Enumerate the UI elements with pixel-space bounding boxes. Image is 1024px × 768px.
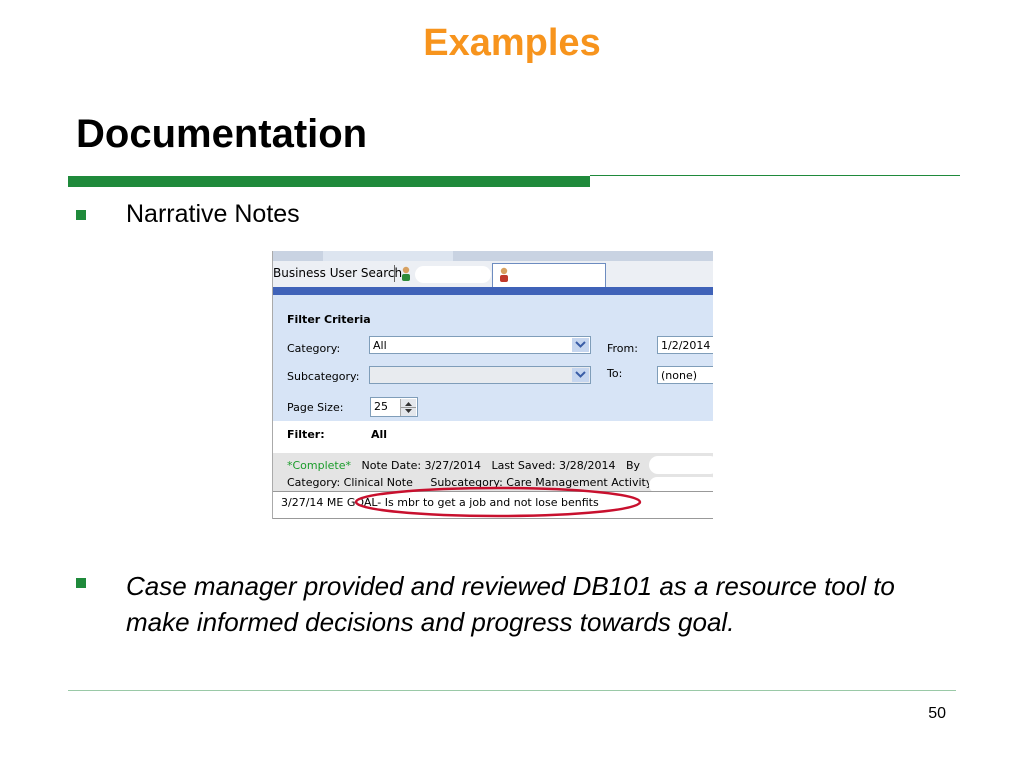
subcategory-select[interactable] <box>369 366 591 384</box>
tab-underline-bar <box>273 287 713 295</box>
note-date: Note Date: 3/27/2014 <box>361 459 481 472</box>
tabstrip: Business User Search <box>273 261 713 288</box>
to-date-field[interactable]: (none) <box>657 366 713 384</box>
category-label: Category: <box>287 342 341 355</box>
bullet-narrative-notes: Narrative Notes <box>126 200 300 228</box>
chevron-down-icon <box>575 371 586 378</box>
redacted-name <box>511 266 601 284</box>
bullet-marker <box>76 210 86 220</box>
category-value: All <box>373 339 387 352</box>
bullet-case-manager: Case manager provided and reviewed DB101… <box>126 571 895 637</box>
page-size-label: Page Size: <box>287 401 344 414</box>
heading-rule-thin <box>590 175 960 176</box>
subcategory-dropdown-button[interactable] <box>572 368 589 382</box>
page-size-value: 25 <box>374 400 388 413</box>
page-number: 50 <box>928 705 946 722</box>
embedded-screenshot: Business User Search Filter Criteria Cat… <box>272 251 713 519</box>
redacted-author <box>649 456 713 474</box>
redacted-name <box>415 266 491 283</box>
note-last-saved: Last Saved: 3/28/2014 <box>491 459 616 472</box>
filter-criteria-panel: Filter Criteria Category: All Subcategor… <box>273 295 713 421</box>
footer-rule <box>68 690 956 691</box>
member-person-icon <box>402 266 410 281</box>
spin-arrows-icon <box>401 402 416 413</box>
filter-summary-label: Filter: <box>287 428 325 441</box>
tab-member-active[interactable] <box>492 263 606 288</box>
tabstrip-top <box>273 251 713 261</box>
bullet-marker <box>76 578 86 588</box>
slide-title: Examples <box>423 22 601 64</box>
highlight-oval <box>354 486 642 518</box>
note-status: *Complete* <box>287 459 352 472</box>
heading-rule-thick <box>68 176 590 187</box>
filter-criteria-title: Filter Criteria <box>287 313 371 326</box>
chevron-down-icon <box>575 341 586 348</box>
to-date-value: (none) <box>661 369 698 382</box>
page-size-stepper[interactable]: 25 <box>370 397 418 417</box>
to-label: To: <box>607 367 623 380</box>
from-date-value: 1/2/2014 <box>661 339 711 352</box>
from-label: From: <box>607 342 638 355</box>
note-author-label: By <box>625 459 641 472</box>
category-select[interactable]: All <box>369 336 591 354</box>
section-heading: Documentation <box>76 112 368 156</box>
member-person-icon <box>500 267 508 282</box>
redacted-note-tail <box>649 495 679 515</box>
from-date-field[interactable]: 1/2/2014 <box>657 336 713 354</box>
category-dropdown-button[interactable] <box>572 338 589 352</box>
subcategory-label: Subcategory: <box>287 370 360 383</box>
tab-business-user-search[interactable]: Business User Search <box>273 266 402 280</box>
filter-summary-value: All <box>371 428 388 441</box>
tab-separator <box>394 265 395 282</box>
spin-buttons[interactable] <box>400 399 416 416</box>
